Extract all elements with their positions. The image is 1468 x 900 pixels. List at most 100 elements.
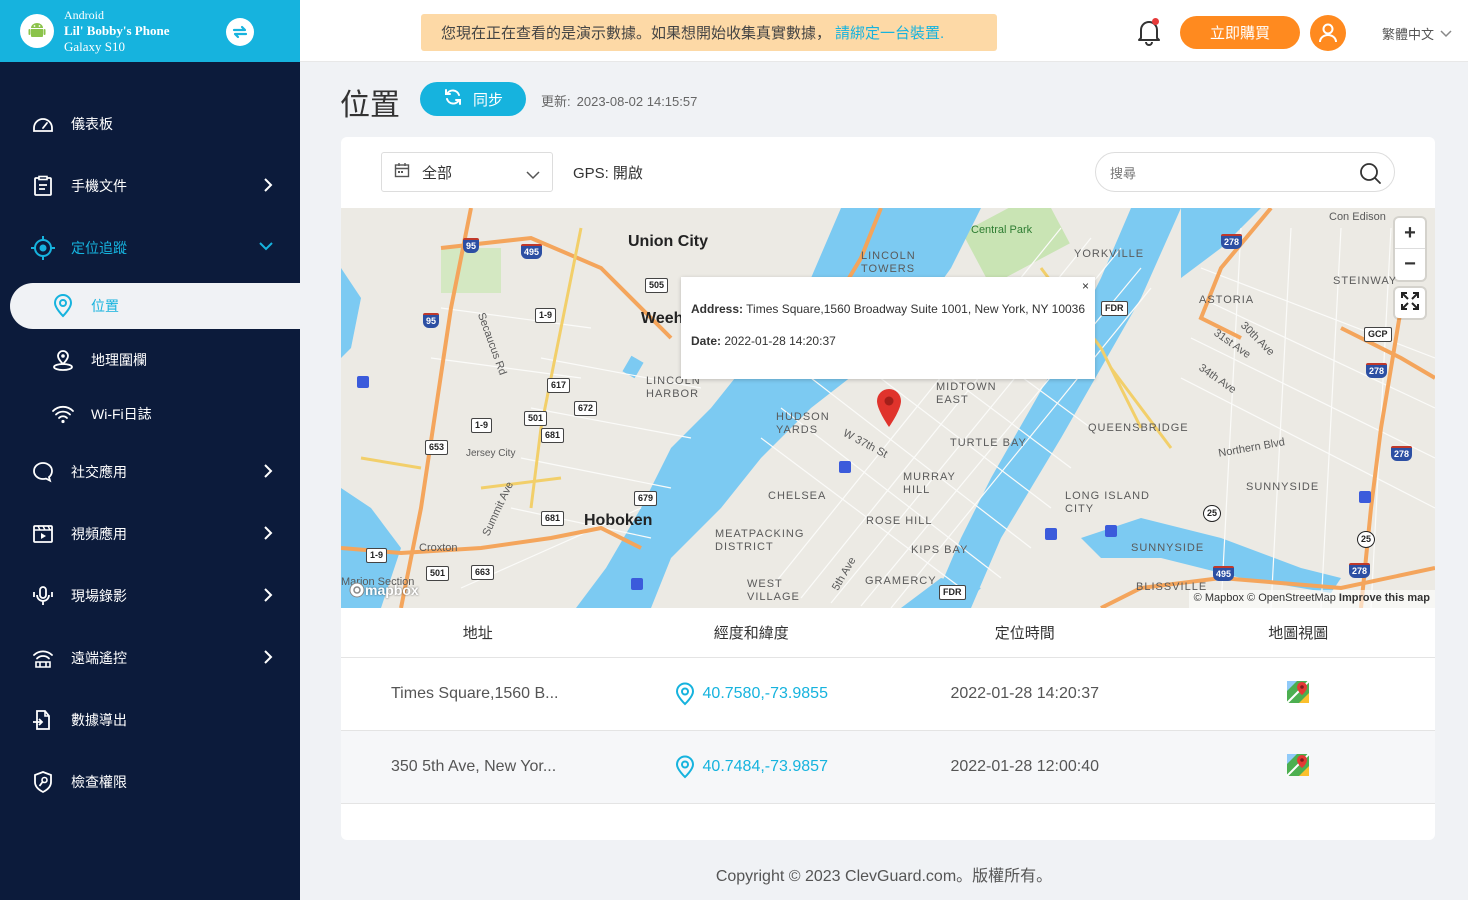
fullscreen-icon: [1401, 291, 1419, 315]
map-label-rose-hill: ROSE HILL: [866, 515, 933, 527]
row-coordinates[interactable]: 40.7580,-73.9855: [615, 658, 889, 730]
location-pin-icon: [675, 682, 694, 706]
map-label-chelsea: CHELSEA: [768, 490, 827, 502]
demo-data-banner: 您現在正在查看的是演示數據。如果想開始收集真實數據， 請綁定一台裝置.: [421, 14, 997, 51]
map-label-murray-hill: MURRAY HILL: [903, 471, 956, 496]
attribution-osm[interactable]: © OpenStreetMap: [1247, 592, 1336, 604]
fullscreen-button[interactable]: [1395, 288, 1425, 318]
zoom-in-button[interactable]: +: [1395, 218, 1425, 249]
coordinates-link[interactable]: 40.7484,-73.9857: [675, 755, 828, 779]
map-label-astoria: ASTORIA: [1199, 294, 1255, 306]
table-row: Times Square,1560 B... 40.7580,-73.9855 …: [341, 658, 1435, 731]
sidebar-item-wifi-log[interactable]: Wi-Fi日誌: [0, 387, 300, 441]
map-pin-icon: [50, 293, 76, 319]
notification-dot: [1152, 18, 1159, 25]
popup-close-button[interactable]: ×: [1082, 279, 1089, 293]
popup-address-label: Address:: [691, 302, 744, 316]
sidebar-item-remote-control[interactable]: 遠端遙控: [0, 627, 300, 689]
mapbox-logo: mapbox: [349, 582, 419, 598]
map-label-midtown-east: MIDTOWN EAST: [936, 381, 997, 406]
map-label-long-island-city: LONG ISLAND CITY: [1065, 490, 1150, 515]
chevron-right-icon: [262, 649, 274, 668]
road-shield: FDR: [939, 585, 966, 600]
road-shield: 278: [1221, 234, 1243, 249]
language-label: 繁體中文: [1382, 27, 1435, 42]
sidebar-item-location[interactable]: 位置: [10, 283, 300, 329]
attribution-mapbox[interactable]: © Mapbox: [1194, 592, 1244, 604]
sidebar-item-dashboard[interactable]: 儀表板: [0, 93, 300, 155]
road-shield: 1-9: [471, 418, 493, 433]
google-maps-icon[interactable]: [1286, 679, 1310, 709]
chevron-down-icon: [526, 167, 540, 184]
shield-icon: [30, 769, 56, 795]
chevron-right-icon: [262, 587, 274, 606]
sidebar-item-live-recording[interactable]: 現場錄影: [0, 565, 300, 627]
zoom-out-button[interactable]: −: [1395, 249, 1425, 280]
mapbox-logo-text: mapbox: [365, 582, 419, 598]
map-label-union-city: Union City: [628, 233, 708, 250]
sidebar-item-label: 遠端遙控: [71, 650, 127, 666]
device-os: Android: [64, 8, 104, 22]
row-map-view: [1162, 658, 1436, 730]
sync-button[interactable]: 同步: [420, 82, 526, 116]
popup-address: Address: Times Square,1560 Broadway Suit…: [691, 302, 1085, 316]
map-label-sunnyside: SUNNYSIDE: [1246, 481, 1320, 493]
sidebar-nav: 儀表板 手機文件 定位追蹤 位置 地理圍欄 Wi-Fi日誌 社交應用 視頻應用 …: [0, 93, 300, 813]
search-icon[interactable]: [1358, 161, 1382, 190]
improve-map-link[interactable]: Improve this map: [1339, 592, 1430, 604]
sidebar-item-check-permissions[interactable]: 檢查權限: [0, 751, 300, 813]
sidebar-item-video-apps[interactable]: 視頻應用: [0, 503, 300, 565]
road-shield: 617: [547, 378, 571, 393]
popup-address-value: Times Square,1560 Broadway Suite 1001, N…: [746, 302, 1086, 316]
sidebar-item-label: 儀表板: [71, 116, 113, 132]
document-icon: [30, 173, 56, 199]
search-input[interactable]: [1110, 162, 1340, 184]
sidebar: Android Lil' Bobby's Phone Galaxy S10 儀表…: [0, 0, 300, 900]
map-label-steinway: STEINWAY: [1333, 275, 1398, 287]
sidebar-item-social-apps[interactable]: 社交應用: [0, 441, 300, 503]
map-view[interactable]: Union City Hoboken Weeh Central Park YOR…: [341, 208, 1435, 608]
sidebar-item-label: Wi-Fi日誌: [91, 406, 152, 422]
road-shield: 495: [521, 244, 543, 259]
wifi-icon: [50, 401, 76, 427]
date-filter-select[interactable]: 全部: [381, 152, 553, 192]
switch-device-icon[interactable]: [226, 18, 254, 46]
sidebar-item-label: 手機文件: [71, 178, 127, 194]
coordinates-link[interactable]: 40.7580,-73.9855: [675, 682, 828, 706]
sidebar-item-phone-files[interactable]: 手機文件: [0, 155, 300, 217]
road-shield: 495: [1213, 566, 1235, 581]
language-selector[interactable]: 繁體中文: [1382, 24, 1452, 43]
location-pin-icon: [675, 755, 694, 779]
road-shield: GCP: [1364, 327, 1392, 342]
export-icon: [30, 707, 56, 733]
google-maps-icon[interactable]: [1286, 752, 1310, 782]
map-label-yorkville: YORKVILLE: [1074, 248, 1145, 260]
map-label-meatpacking: MEATPACKING DISTRICT: [715, 528, 805, 553]
row-map-view: [1162, 731, 1436, 803]
row-coordinates[interactable]: 40.7484,-73.9857: [615, 731, 889, 803]
map-marker-icon[interactable]: [876, 388, 902, 433]
sidebar-item-data-export[interactable]: 數據導出: [0, 689, 300, 751]
sidebar-item-label: 檢查權限: [71, 774, 127, 790]
chevron-right-icon: [262, 177, 274, 196]
sidebar-item-location-tracking[interactable]: 定位追蹤: [0, 217, 300, 279]
coordinates-text: 40.7580,-73.9855: [702, 685, 828, 702]
chevron-down-icon: [1440, 26, 1452, 41]
location-target-icon: [30, 235, 56, 261]
road-shield: 663: [471, 565, 495, 580]
map-label-gramercy: GRAMERCY: [865, 575, 937, 587]
road-shield: 95: [423, 313, 440, 328]
buy-now-button[interactable]: 立即購買: [1180, 16, 1300, 49]
geofence-icon: [50, 347, 76, 373]
header-address: 地址: [462, 625, 493, 642]
search-box: [1095, 152, 1395, 192]
sidebar-item-label: 視頻應用: [71, 526, 127, 542]
avatar[interactable]: [1310, 15, 1346, 51]
sidebar-item-label: 地理圍欄: [91, 352, 147, 368]
popup-date-value: 2022-01-28 14:20:37: [724, 334, 836, 348]
sidebar-item-geofence[interactable]: 地理圍欄: [0, 333, 300, 387]
map-label-con-edison: Con Edison: [1329, 211, 1386, 223]
bind-device-link[interactable]: 請綁定一台裝置.: [835, 22, 944, 43]
chevron-down-icon: [258, 239, 274, 255]
map-attribution: © Mapbox © OpenStreetMap Improve this ma…: [1188, 590, 1435, 608]
